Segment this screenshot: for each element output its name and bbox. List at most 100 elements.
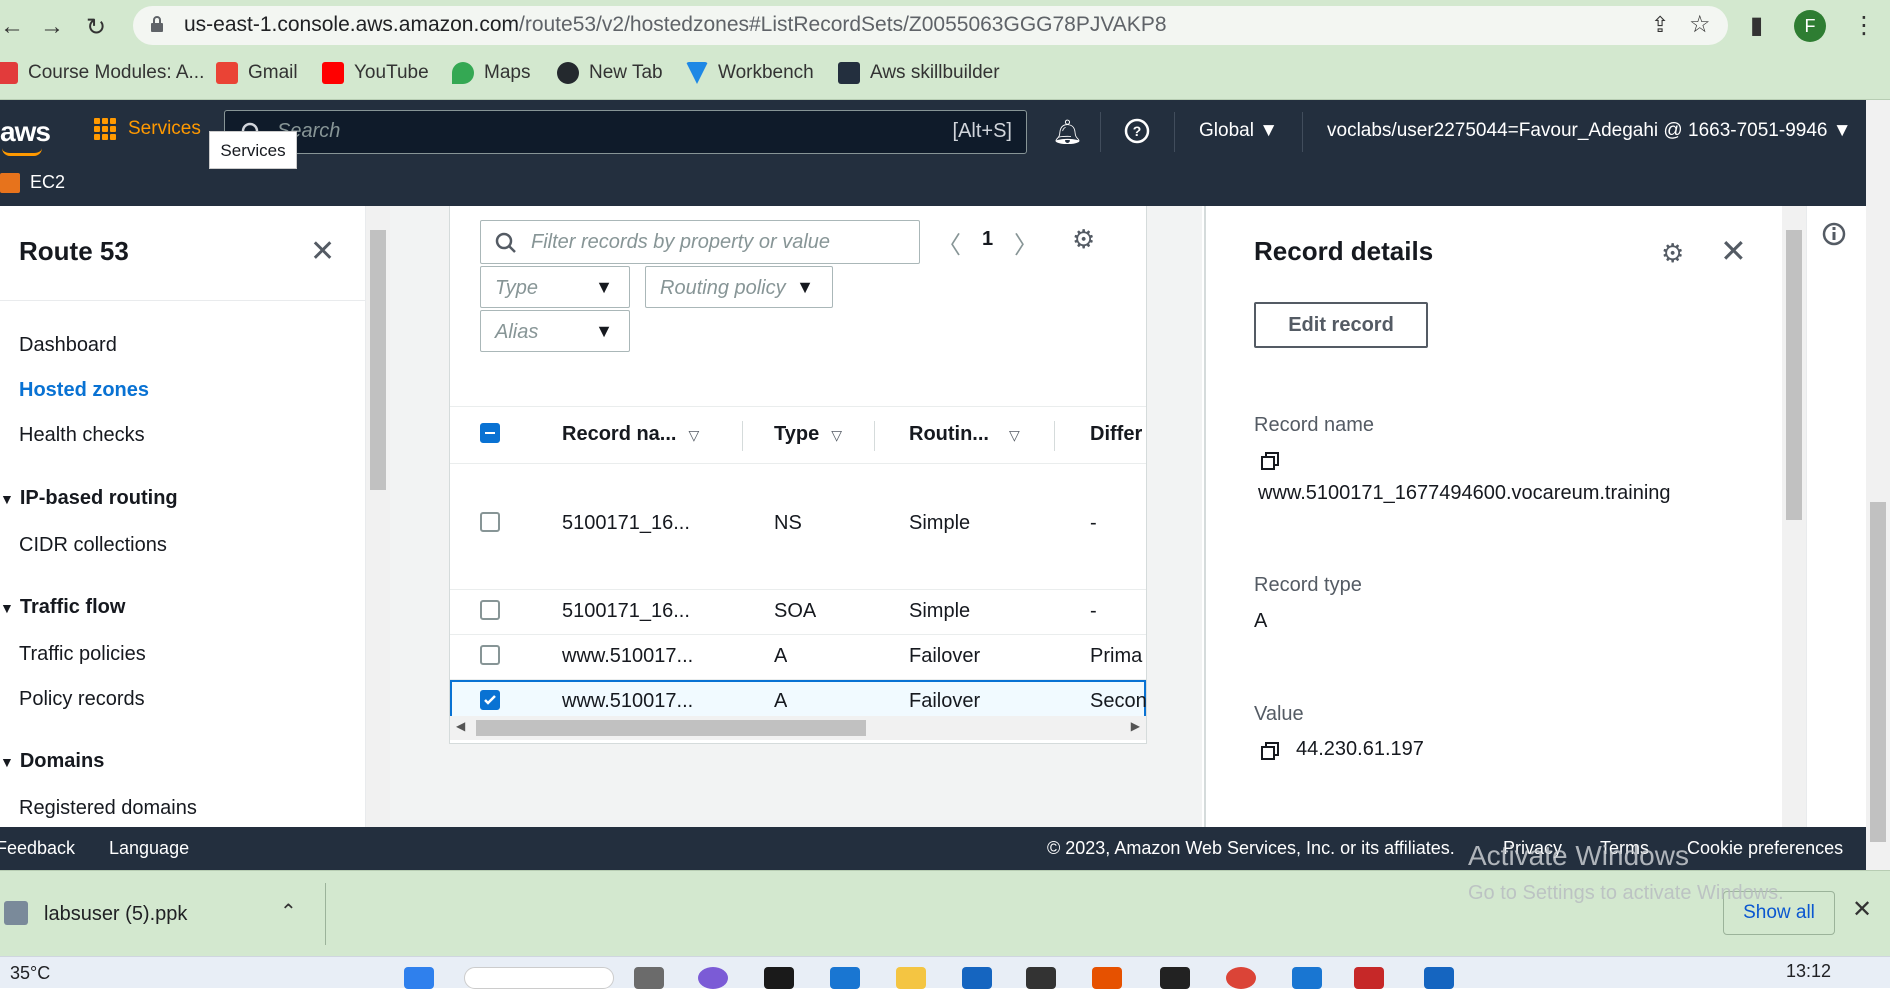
sidebar-section-domains[interactable]: ▼ Domains bbox=[0, 750, 104, 773]
row-checkbox[interactable] bbox=[480, 512, 500, 532]
office-icon[interactable] bbox=[1092, 967, 1122, 989]
gear-icon[interactable]: ⚙ bbox=[1072, 224, 1095, 255]
bookmark-youtube[interactable]: YouTube bbox=[322, 62, 429, 84]
address-bar[interactable]: us-east-1.console.aws.amazon.com/route53… bbox=[133, 6, 1728, 45]
share-icon[interactable]: ⇪ bbox=[1651, 12, 1669, 38]
alias-filter-select[interactable]: Alias ▼ bbox=[480, 310, 630, 352]
scrollbar-thumb[interactable] bbox=[1786, 230, 1802, 520]
scrollbar-thumb[interactable] bbox=[370, 230, 386, 490]
page-number[interactable]: 1 bbox=[982, 228, 993, 251]
mail-icon[interactable] bbox=[962, 967, 992, 989]
scrollbar-thumb[interactable] bbox=[476, 720, 866, 736]
sidebar-item-hosted-zones[interactable]: Hosted zones bbox=[19, 379, 149, 402]
download-item[interactable]: labsuser (5).ppk bbox=[44, 903, 187, 926]
type-filter-select[interactable]: Type ▼ bbox=[480, 266, 630, 308]
app-icon[interactable] bbox=[1424, 967, 1454, 989]
table-horizontal-scrollbar[interactable]: ◀ ▶ bbox=[450, 716, 1146, 740]
star-icon[interactable]: ☆ bbox=[1689, 10, 1711, 39]
profile-avatar[interactable]: F bbox=[1794, 10, 1826, 42]
copy-icon[interactable] bbox=[1261, 742, 1279, 760]
language-link[interactable]: Language bbox=[109, 838, 189, 859]
reload-icon[interactable]: ↻ bbox=[86, 13, 106, 42]
cell-record-name[interactable]: www.510017... bbox=[562, 645, 693, 668]
sidebar-section-ip-routing[interactable]: ▼ IP-based routing bbox=[0, 487, 178, 510]
windows-start-icon[interactable] bbox=[404, 967, 434, 989]
back-arrow-icon[interactable]: ← bbox=[0, 13, 24, 41]
bell-icon[interactable]: 🔔︎ bbox=[1052, 118, 1082, 147]
sidebar-item-registered-domains[interactable]: Registered domains bbox=[19, 797, 197, 820]
chevron-right-icon[interactable]: 〉 bbox=[1014, 225, 1038, 260]
caret-down-icon: ▼ bbox=[0, 491, 14, 507]
info-icon[interactable] bbox=[1822, 222, 1846, 253]
copy-icon[interactable] bbox=[1261, 452, 1279, 470]
sidebar-scrollbar[interactable] bbox=[366, 206, 390, 827]
region-selector[interactable]: Global ▼ bbox=[1199, 120, 1278, 142]
chevron-up-icon[interactable]: ⌃ bbox=[280, 899, 297, 924]
row-checkbox[interactable] bbox=[480, 600, 500, 620]
sidebar-section-traffic-flow[interactable]: ▼ Traffic flow bbox=[0, 596, 125, 619]
column-label: Differ bbox=[1090, 423, 1143, 445]
details-scrollbar[interactable] bbox=[1782, 206, 1806, 827]
bookmark-workbench[interactable]: Workbench bbox=[686, 62, 814, 84]
pycharm-icon[interactable] bbox=[764, 967, 794, 989]
services-menu-button[interactable]: Services bbox=[94, 118, 201, 140]
bookmark-aws-skillbuilder[interactable]: Aws skillbuilder bbox=[838, 62, 1000, 84]
weather-widget[interactable]: 35°C bbox=[10, 963, 50, 984]
search-input[interactable]: Search [Alt+S] bbox=[224, 110, 1027, 154]
sidebar-item-policy-records[interactable]: Policy records bbox=[19, 688, 145, 711]
help-icon[interactable]: ? bbox=[1124, 118, 1150, 151]
cell-record-name[interactable]: 5100171_16... bbox=[562, 600, 690, 623]
filter-records-input[interactable]: Filter records by property or value bbox=[480, 220, 920, 264]
close-icon[interactable]: ✕ bbox=[1852, 895, 1872, 924]
scroll-right-icon[interactable]: ▶ bbox=[1131, 719, 1140, 733]
column-differentiator[interactable]: Differ bbox=[1090, 423, 1142, 446]
terminal-icon[interactable] bbox=[1026, 967, 1056, 989]
forward-arrow-icon[interactable]: → bbox=[40, 13, 64, 41]
chrome-icon[interactable] bbox=[1226, 967, 1256, 989]
bookmark-new-tab[interactable]: New Tab bbox=[557, 62, 663, 84]
row-checkbox-checked[interactable] bbox=[480, 690, 500, 710]
sidebar-item-health-checks[interactable]: Health checks bbox=[19, 424, 145, 447]
select-all-checkbox[interactable] bbox=[480, 423, 500, 443]
account-menu[interactable]: voclabs/user2275044=Favour_Adegahi @ 166… bbox=[1327, 120, 1852, 142]
table-row[interactable]: 5100171_16... NS Simple - bbox=[450, 464, 1146, 590]
file-explorer-icon[interactable] bbox=[896, 967, 926, 989]
chevron-left-icon[interactable]: 〈 bbox=[937, 225, 961, 260]
sidebar-item-dashboard[interactable]: Dashboard bbox=[19, 334, 117, 357]
bookmark-maps[interactable]: Maps bbox=[452, 62, 530, 84]
bookmark-gmail[interactable]: Gmail bbox=[216, 62, 298, 84]
side-panel-icon[interactable]: ▮ bbox=[1750, 11, 1763, 40]
task-view-icon[interactable] bbox=[634, 967, 664, 989]
kebab-menu-icon[interactable]: ⋮ bbox=[1852, 11, 1876, 40]
close-icon[interactable]: ✕ bbox=[310, 234, 335, 269]
cookie-preferences-link[interactable]: Cookie preferences bbox=[1687, 838, 1843, 859]
page-scrollbar[interactable] bbox=[1866, 100, 1890, 870]
routing-policy-placeholder: Routing policy bbox=[660, 277, 786, 299]
aws-logo[interactable]: aws bbox=[0, 116, 51, 148]
linux-icon[interactable] bbox=[1160, 967, 1190, 989]
app-icon[interactable] bbox=[830, 967, 860, 989]
edit-record-button[interactable]: Edit record bbox=[1254, 302, 1428, 348]
calendar-icon[interactable] bbox=[1292, 967, 1322, 989]
bookmark-course-modules[interactable]: Course Modules: A... bbox=[0, 62, 204, 84]
gear-icon[interactable]: ⚙ bbox=[1661, 238, 1684, 269]
sidebar-item-cidr-collections[interactable]: CIDR collections bbox=[19, 534, 167, 557]
cell-record-name[interactable]: 5100171_16... bbox=[562, 512, 690, 535]
close-icon[interactable]: ✕ bbox=[1720, 232, 1747, 270]
table-row[interactable]: 5100171_16... SOA Simple - bbox=[450, 590, 1146, 635]
favorite-ec2[interactable]: EC2 bbox=[0, 172, 65, 193]
scroll-left-icon[interactable]: ◀ bbox=[456, 719, 465, 733]
feedback-link[interactable]: Feedback bbox=[0, 838, 75, 859]
column-type[interactable]: Type ▽ bbox=[774, 423, 842, 446]
row-checkbox[interactable] bbox=[480, 645, 500, 665]
cell-record-name[interactable]: www.510017... bbox=[562, 690, 693, 713]
routing-policy-select[interactable]: Routing policy ▼ bbox=[645, 266, 833, 308]
table-row[interactable]: www.510017... A Failover Prima bbox=[450, 635, 1146, 680]
sidebar-item-traffic-policies[interactable]: Traffic policies bbox=[19, 643, 146, 666]
column-routing[interactable]: Routin... ▽ bbox=[909, 423, 1020, 446]
taskbar-search[interactable] bbox=[464, 967, 614, 989]
app-icon[interactable] bbox=[1354, 967, 1384, 989]
column-record-name[interactable]: Record na... ▽ bbox=[562, 423, 699, 446]
teams-icon[interactable] bbox=[698, 967, 728, 989]
scrollbar-thumb[interactable] bbox=[1870, 502, 1886, 842]
